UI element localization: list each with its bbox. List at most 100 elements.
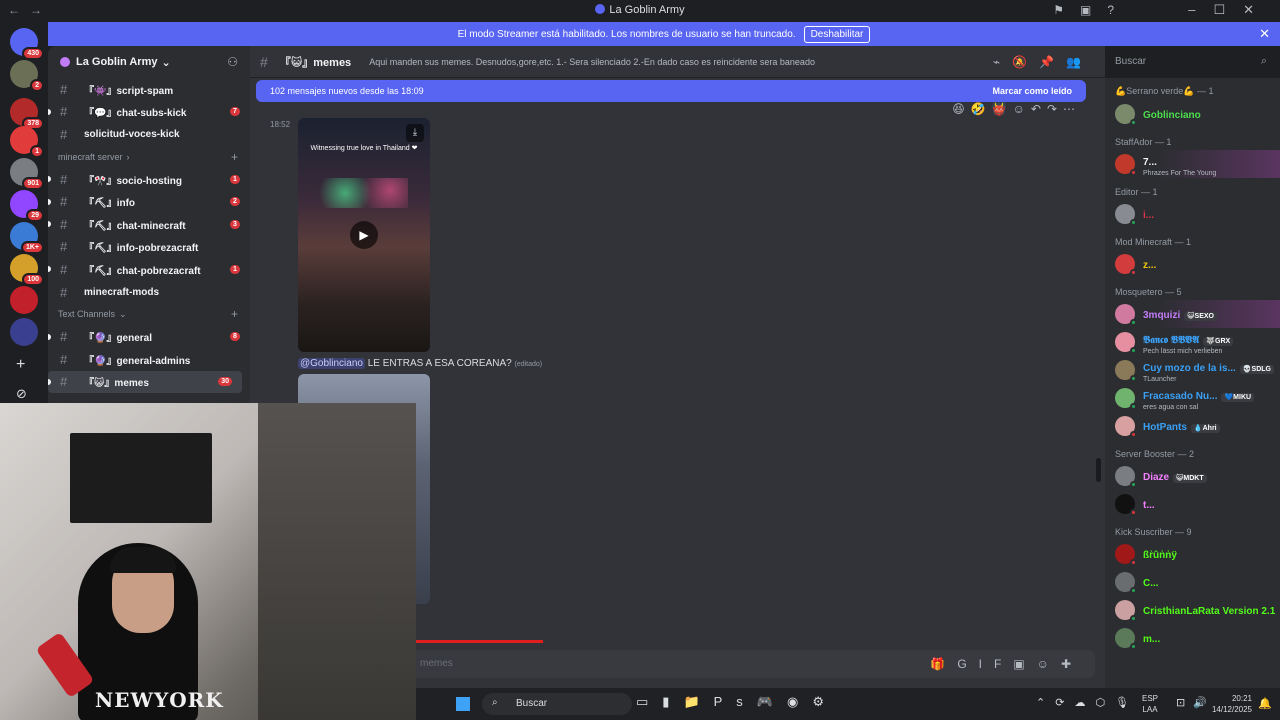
member-item[interactable]: Fracasado Nu... 💙MIKU eres agua con sal — [1105, 384, 1280, 412]
apps-icon[interactable]: ✚ — [1061, 657, 1083, 671]
mic-icon[interactable]: 🎙 — [1115, 697, 1139, 709]
cloud-icon[interactable]: ☁ — [1074, 697, 1095, 709]
close-icon[interactable]: ✕ — [1259, 26, 1270, 42]
file-explorer-icon[interactable]: 📁 — [683, 694, 713, 709]
settings-icon[interactable]: ⚙ — [812, 694, 838, 709]
gif-icon[interactable]: GIF — [957, 657, 1013, 671]
member-item[interactable]: z... — [1105, 250, 1280, 278]
chrome-icon[interactable]: ◉ — [787, 694, 812, 709]
inbox-icon[interactable]: ⚑ — [1053, 3, 1080, 17]
quick-settings[interactable]: ⊡🔊 — [1176, 696, 1215, 709]
channel-topic[interactable]: Aqui manden sus memes. Desnudos,gore,etc… — [369, 57, 815, 67]
member-item[interactable]: Cuy mozo de la is... 💀SDLG TLauncher — [1105, 356, 1280, 384]
channel-item[interactable]: # 『⛏』chat-pobrezacraft 1 — [48, 258, 250, 281]
channel-item[interactable]: # 『💬』chat-subs-kick 7 — [48, 101, 250, 124]
channel-item[interactable]: # minecraft-mods — [48, 281, 250, 304]
reply-icon[interactable]: ↶ — [1031, 102, 1047, 116]
member-item[interactable]: 3mquizi 😺SEXO — [1105, 300, 1280, 328]
members-icon[interactable]: 👥 — [1066, 55, 1093, 69]
user-mention[interactable]: @Goblinciano — [298, 358, 365, 369]
network-icon[interactable]: ⊡ — [1176, 697, 1193, 709]
reaction-custom-icon[interactable]: 👹 — [992, 102, 1013, 116]
minimize-icon[interactable]: – — [1188, 2, 1213, 17]
channel-item[interactable]: # 『⛏』info 2 — [48, 190, 250, 213]
discord-icon[interactable]: 🎮 — [757, 694, 787, 709]
windows-start-icon[interactable] — [456, 697, 470, 711]
add-reaction-icon[interactable]: ☺ — [1013, 102, 1031, 116]
screen-icon[interactable]: ▣ — [1080, 3, 1107, 17]
disable-streamer-button[interactable]: Deshabilitar — [803, 25, 871, 43]
member-item[interactable]: 𝕭𝖆𝖓𝖈𝖔 𝕭𝕭𝖁𝕬 🐺GRX Pech lässt mich verlieben — [1105, 328, 1280, 356]
add-channel-icon[interactable]: + — [231, 150, 238, 164]
input-icons[interactable]: 🎁GIF▣☺✚ — [930, 657, 1083, 671]
pin-icon[interactable]: 📌 — [1039, 55, 1066, 69]
emoji-icon[interactable]: ☺ — [1037, 657, 1061, 671]
server-icon[interactable]: 2 — [10, 60, 44, 92]
app-tray-icon[interactable]: ⬡ — [1095, 697, 1115, 709]
channel-item[interactable]: # 『⛏』chat-minecraft 3 — [48, 213, 250, 236]
sticker-icon[interactable]: ▣ — [1013, 657, 1036, 671]
download-icon[interactable]: ⤓ — [406, 124, 424, 142]
mark-read-button[interactable]: Marcar como leído — [992, 86, 1072, 96]
sync-icon[interactable]: ⟳ — [1055, 697, 1074, 709]
guild-header[interactable]: La Goblin Army ⌄ ⚇ — [48, 46, 250, 78]
member-item[interactable]: C... — [1105, 568, 1280, 596]
more-icon[interactable]: ⋯ — [1063, 102, 1081, 116]
gift-icon[interactable]: 🎁 — [930, 657, 957, 671]
server-icon[interactable]: 29 — [10, 190, 44, 222]
help-icon[interactable]: ? — [1107, 3, 1130, 17]
channel-item[interactable]: # 『🎌』socio-hosting 1 — [48, 168, 250, 191]
channel-item[interactable]: # 『😺』memes 30 — [48, 370, 242, 394]
server-icon[interactable]: 378 — [10, 98, 44, 130]
server-icon[interactable] — [10, 318, 38, 346]
member-item[interactable]: i... — [1105, 200, 1280, 228]
forward-icon[interactable]: ↷ — [1047, 102, 1063, 116]
language-indicator[interactable]: ESP LAA — [1142, 693, 1158, 715]
server-icon[interactable] — [10, 286, 38, 314]
channel-item[interactable]: # 『⛏』info-pobrezacraft — [48, 236, 250, 259]
title-icons[interactable]: ⚑▣? — [1053, 3, 1130, 17]
reaction-laugh-icon[interactable]: 😆 — [952, 102, 971, 116]
scrollbar-thumb[interactable] — [1096, 458, 1101, 482]
category-minecraft[interactable]: minecraft server › + — [48, 146, 250, 168]
member-item[interactable]: Goblinciano — [1105, 100, 1280, 128]
tray-chevron-icon[interactable]: ⌃ — [1036, 697, 1055, 709]
app-icon[interactable]: ▮ — [662, 694, 683, 709]
video-attachment[interactable]: Witnessing true love in Thailand ❤ ▶ ⤓ — [298, 118, 430, 352]
close-window-icon[interactable]: ✕ — [1243, 2, 1272, 17]
search-input[interactable]: Buscar ⌕ — [1105, 50, 1275, 74]
member-item[interactable]: HotPants 💧Ahri — [1105, 412, 1280, 440]
channel-item[interactable]: # 『🔮』general 8 — [48, 325, 250, 348]
mute-icon[interactable]: 🔕 — [1012, 55, 1039, 69]
server-icon[interactable]: 1 — [10, 126, 44, 158]
discover-icon[interactable]: ⊘ — [16, 386, 27, 402]
reaction-rofl-icon[interactable]: 🤣 — [971, 102, 992, 116]
member-item[interactable]: t... — [1105, 490, 1280, 518]
threads-icon[interactable]: ⌁ — [993, 55, 1012, 69]
add-server-icon[interactable]: + — [16, 356, 25, 374]
message-toolbar[interactable]: 😆🤣👹☺↶↷⋯ — [952, 102, 1081, 116]
member-item[interactable]: m... — [1105, 624, 1280, 652]
header-icons[interactable]: ⌁🔕📌👥 — [993, 55, 1093, 69]
invite-icon[interactable]: ⚇ — [227, 55, 238, 69]
channel-item[interactable]: # 『👾』script-spam — [48, 78, 250, 101]
server-icon[interactable]: 901 — [10, 158, 44, 190]
add-channel-icon[interactable]: + — [231, 307, 238, 321]
taskbar-search[interactable]: ⌕ Buscar — [482, 693, 632, 715]
channel-item[interactable]: # 『🔮』general-admins — [48, 348, 250, 371]
taskbar-apps[interactable]: ▭▮📁Ps🎮◉⚙ — [636, 694, 838, 710]
window-controls[interactable]: –☐✕ — [1188, 2, 1272, 18]
member-item[interactable]: ßṙûṅṅÿ — [1105, 540, 1280, 568]
photoshop-icon[interactable]: Ps — [714, 694, 757, 709]
member-item[interactable]: 7... Phrazes For The Young — [1105, 150, 1280, 178]
server-icon[interactable]: 430 — [10, 28, 44, 60]
new-messages-bar[interactable]: 102 mensajes nuevos desde las 18:09 Marc… — [256, 80, 1086, 102]
server-icon[interactable]: 1K+ — [10, 222, 44, 254]
category-text-channels[interactable]: Text Channels ⌄ + — [48, 303, 250, 325]
notification-icon[interactable]: 🔔 — [1258, 697, 1272, 710]
maximize-icon[interactable]: ☐ — [1213, 2, 1243, 17]
member-item[interactable]: CristhianLaRata Version 2.1 — [1105, 596, 1280, 624]
clock[interactable]: 20:21 14/12/2025 — [1212, 693, 1252, 715]
system-tray[interactable]: ⌃⟳☁⬡🎙 — [1036, 696, 1139, 709]
task-view-icon[interactable]: ▭ — [636, 694, 662, 709]
